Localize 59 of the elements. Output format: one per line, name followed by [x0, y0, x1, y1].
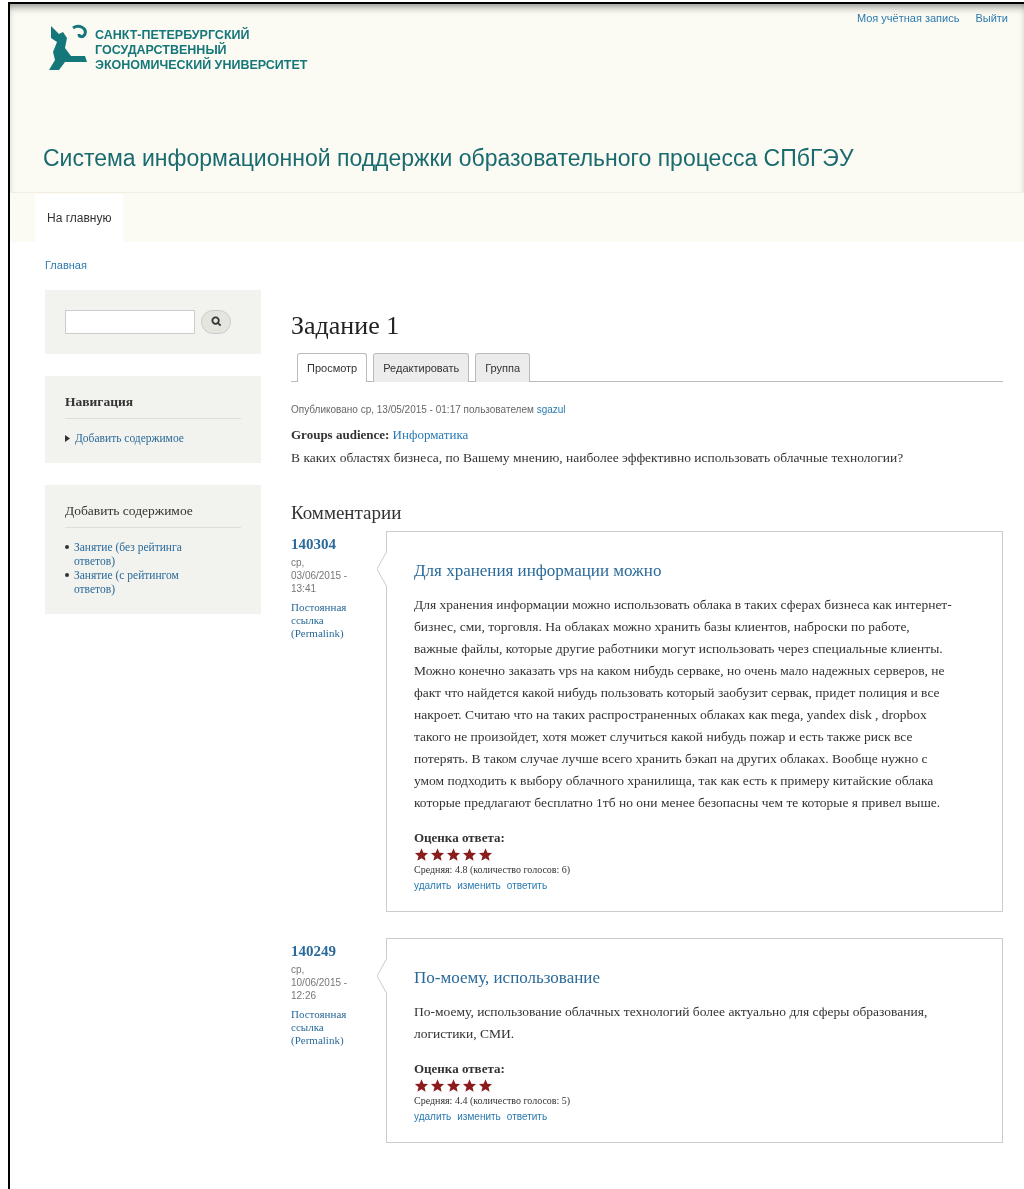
search-button[interactable]: [201, 309, 231, 334]
comment-link[interactable]: удалить: [414, 1109, 452, 1124]
comment-text: Для хранения информации можно использовать облака в таких сферах бизнеса как интернет-бизнес, сми, торговля. На облаках можно хранить базы клиентов, наброски по работе, важные файлы, которые другие работники могут использовать через специальные клиенты. Можно конечно заказать vps на каком нибудь серваке, но очень мало надежных серверов, не факт что найдется какой нибудь пользовать который заобузит сервак, придет полиция и все накроет. Считаю что на таких распространенных облаках как mega, yandex disk , dropbox такого не произойдет, хотя может случиться какой нибудь пожар и есть также риск все потерять. В таком случае лучше всего хранить бэкап на других облаках. Вообще нужно с умом подходить к выбору облачного хранилища, так как есть к примеру китайские облака которые предлагают бесплатно 1тб но они менее безопасны чем те которые я привел выше.: [414, 595, 953, 812]
comment-date: ср, 10/06/2015 - 12:26: [291, 962, 349, 1002]
tab[interactable]: Просмотр: [297, 352, 368, 382]
star-icon[interactable]: [414, 1078, 429, 1093]
star-icon[interactable]: [430, 1078, 445, 1093]
comment-text: По-моему, использование облачных технологий более актуально для сферы образования, логистики, СМИ.: [414, 1002, 929, 1043]
star-icon[interactable]: [462, 1078, 477, 1093]
block-title: Навигация: [65, 391, 241, 419]
page-title: Задание 1: [291, 309, 401, 342]
star-icon[interactable]: [478, 847, 493, 862]
tab[interactable]: Редактировать: [373, 352, 470, 382]
rating-average: Средняя: 4.4 (количество голосов: 5): [414, 1094, 572, 1108]
user-menu-link[interactable]: Моя учётная запись: [856, 10, 960, 27]
logo-text: ЭКОНОМИЧЕСКИЙ УНИВЕРСИТЕТ: [95, 58, 308, 73]
logo-text: САНКТ-ПЕТЕРБУРГСКИЙ: [95, 28, 251, 42]
sidebar-link[interactable]: Занятие (без рейтинга ответов): [74, 540, 214, 568]
comment-author[interactable]: 140249: [291, 940, 377, 963]
star-icon[interactable]: [446, 847, 461, 862]
search-icon: [210, 316, 222, 327]
search-field[interactable]: [65, 309, 195, 334]
collapsed-arrow-icon: [65, 434, 70, 442]
comments-heading: Комментарии: [291, 500, 403, 525]
comment-link[interactable]: ответить: [506, 1109, 548, 1124]
star-icon[interactable]: [414, 847, 429, 862]
bullet-icon: [65, 545, 69, 549]
rating-average: Средняя: 4.8 (количество голосов: 6): [414, 863, 572, 877]
main-menu-tab[interactable]: На главную: [35, 193, 124, 242]
group-link[interactable]: Информатика: [392, 427, 469, 442]
user-menu-link[interactable]: Выйти: [975, 10, 1008, 27]
star-icon[interactable]: [462, 847, 477, 862]
permalink[interactable]: Постоянная ссылка (Permalink): [291, 600, 361, 640]
logo-text: ГОСУДАРСТВЕННЫЙ: [95, 43, 228, 58]
bullet-icon: [65, 573, 69, 577]
comment-date: ср, 03/06/2015 - 13:41: [291, 555, 349, 595]
sidebar-link[interactable]: Добавить содержимое: [75, 430, 215, 445]
rating-label: Оценка ответа:: [414, 1059, 506, 1078]
site-title: Система информационной поддержки образовательного процесса СПбГЭУ: [43, 144, 854, 173]
sidebar-link[interactable]: Занятие (с рейтингом ответов): [74, 568, 214, 596]
question-text: В каких областях бизнеса, по Вашему мнению, наиболее эффективно использовать облачные технологии?: [291, 448, 905, 467]
comment-author[interactable]: 140304: [291, 533, 377, 556]
comment-title[interactable]: Для хранения информации можно: [414, 558, 972, 584]
comment-link[interactable]: ответить: [506, 878, 548, 893]
permalink[interactable]: Постоянная ссылка (Permalink): [291, 1007, 361, 1047]
comment-link[interactable]: изменить: [457, 878, 501, 893]
star-icon[interactable]: [430, 847, 445, 862]
author-link[interactable]: sgazul: [536, 404, 566, 415]
tab[interactable]: Группа: [475, 352, 531, 382]
star-icon[interactable]: [478, 1078, 493, 1093]
star-icon[interactable]: [446, 1078, 461, 1093]
block-title: Добавить содержимое: [65, 500, 241, 528]
comment-title[interactable]: По-моему, использование: [414, 965, 972, 991]
rating-label: Оценка ответа:: [414, 828, 506, 847]
comment-link[interactable]: изменить: [457, 1109, 501, 1124]
breadcrumb-link[interactable]: Главная: [45, 257, 1024, 274]
field-label: Groups audience:: [291, 427, 390, 442]
submitted-text: Опубликовано ср, 13/05/2015 - 01:17 пользователем: [291, 404, 534, 415]
comment-link[interactable]: удалить: [414, 878, 452, 893]
